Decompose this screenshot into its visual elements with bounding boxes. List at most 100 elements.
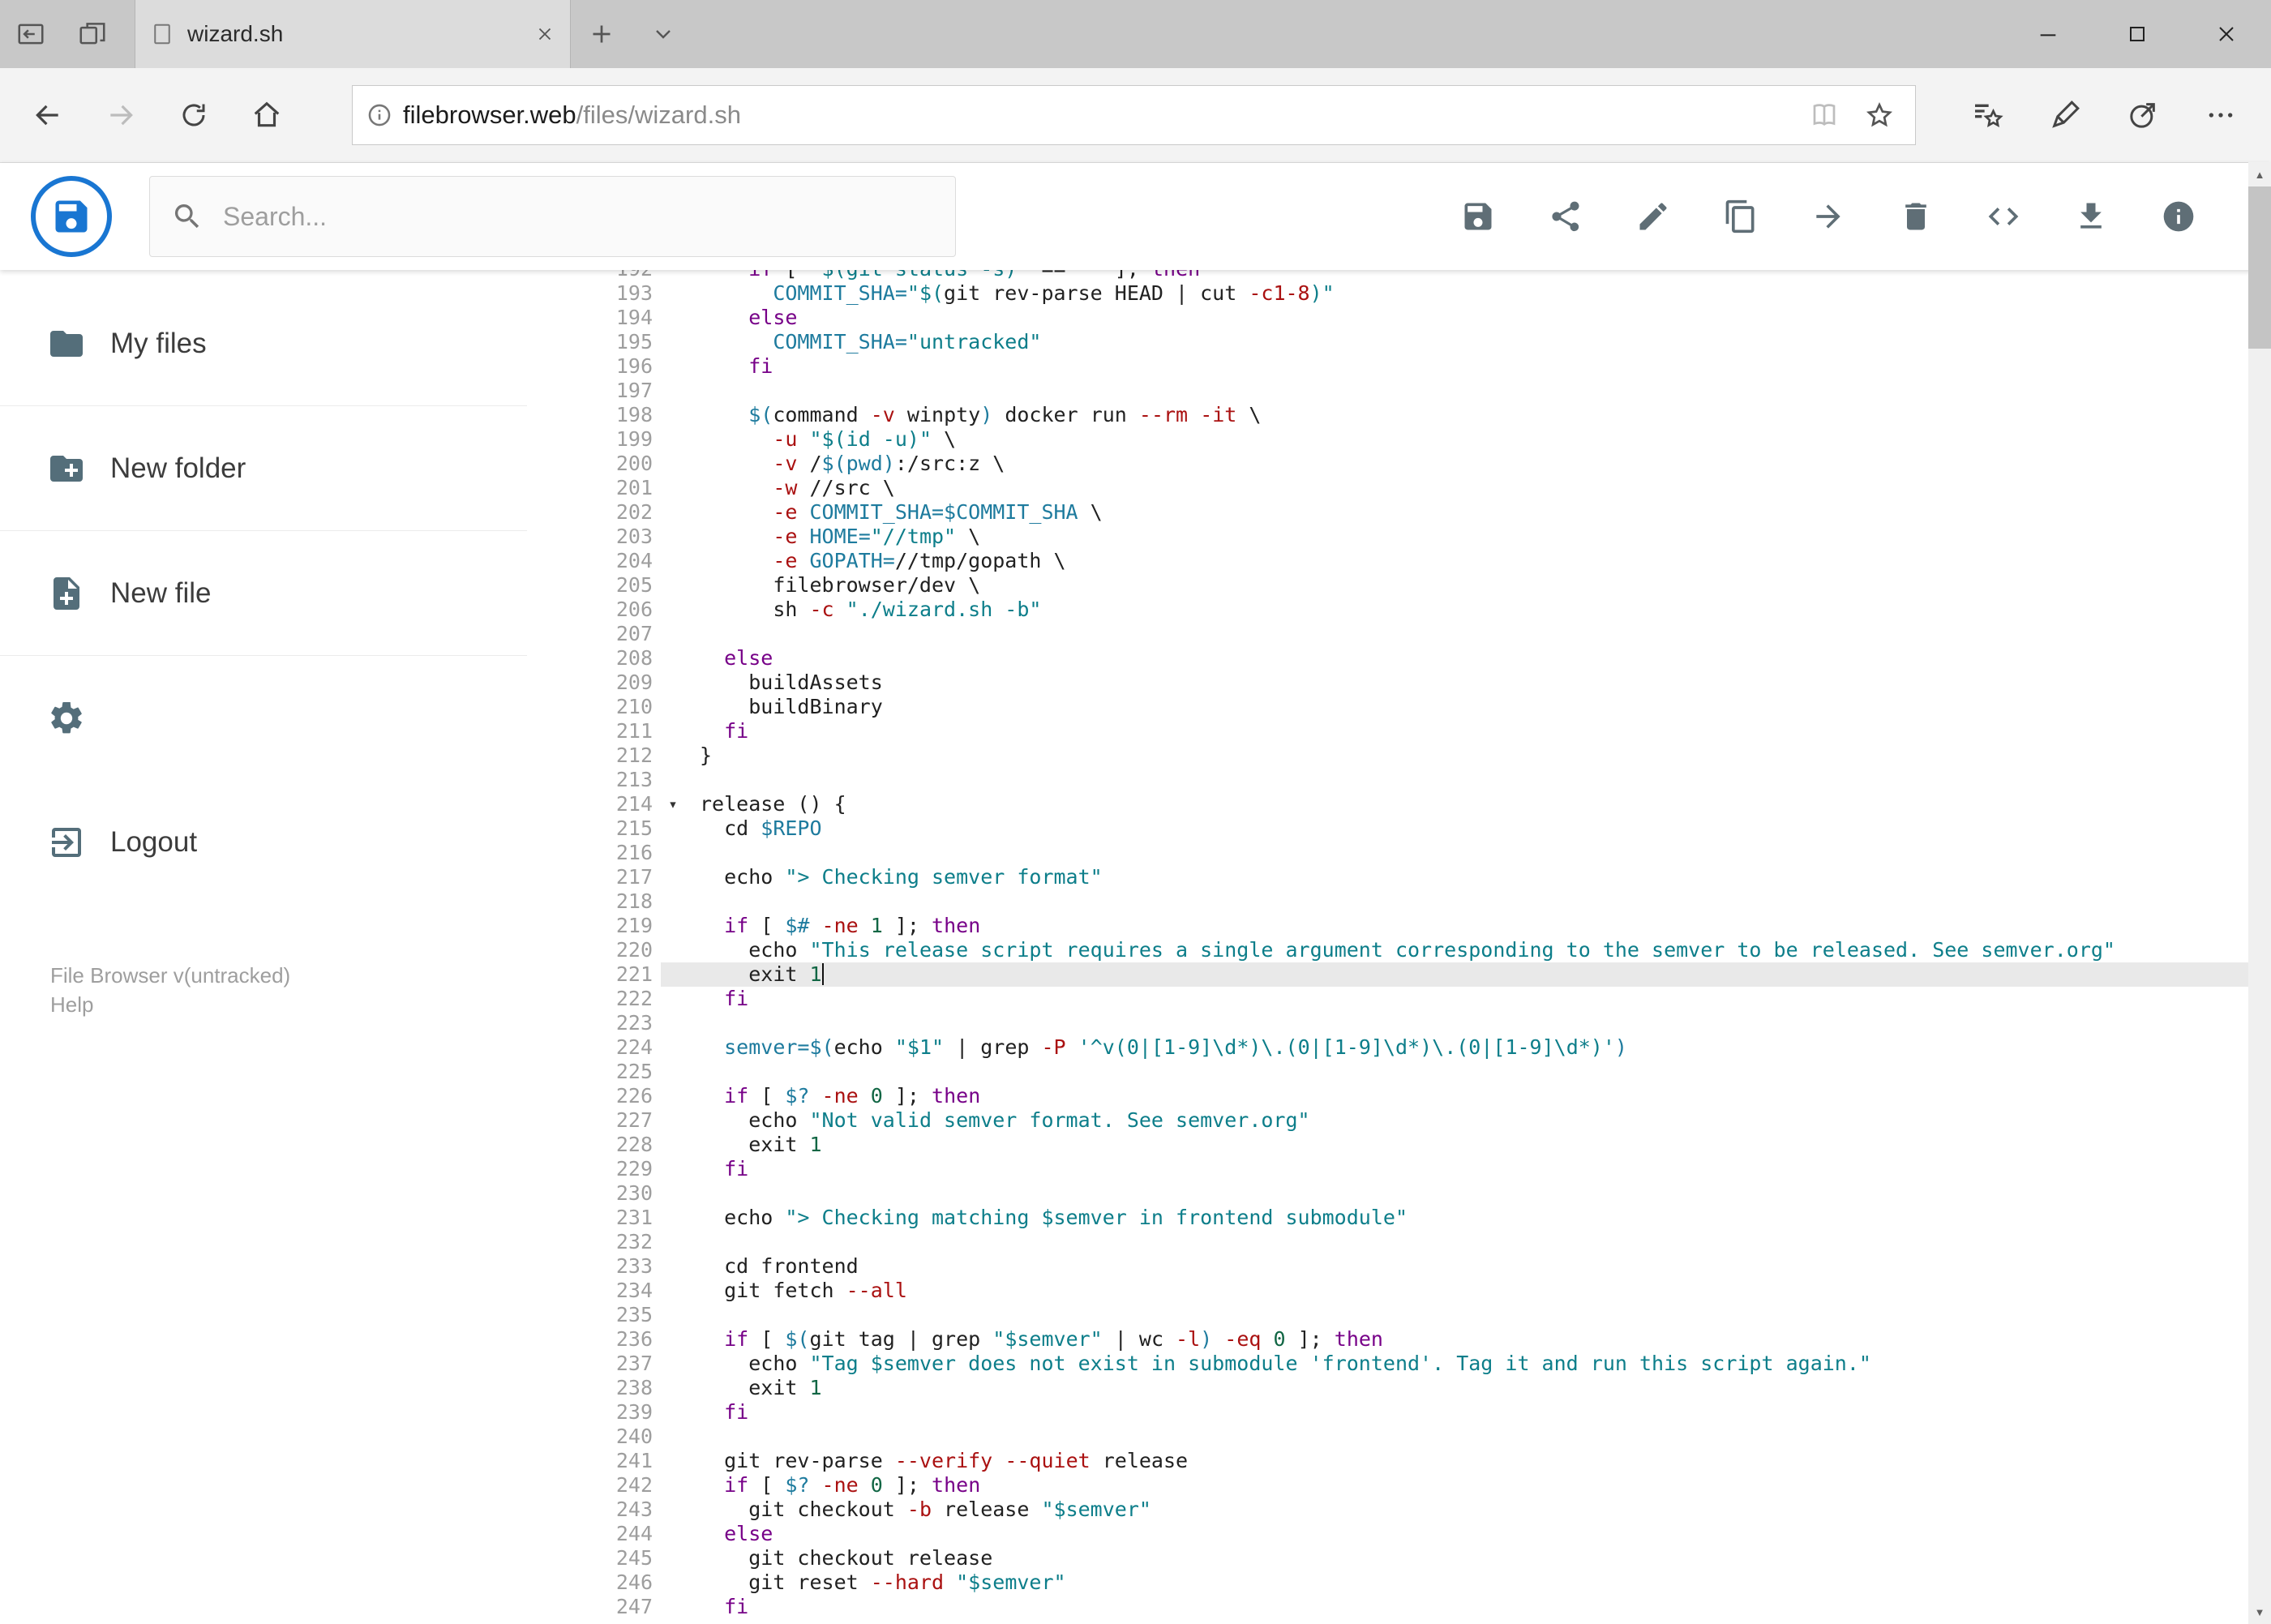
code-line[interactable]: 195 COMMIT_SHA="untracked" bbox=[559, 330, 2271, 354]
code-line[interactable]: 241 git rev-parse --verify --quiet relea… bbox=[559, 1449, 2271, 1473]
tab-close-button[interactable] bbox=[534, 24, 555, 45]
code-line[interactable]: 202 -e COMMIT_SHA=$COMMIT_SHA \ bbox=[559, 500, 2271, 525]
code-line[interactable]: 196 fi bbox=[559, 354, 2271, 379]
close-button[interactable] bbox=[2182, 0, 2271, 68]
code-line[interactable]: 200 -v /$(pwd):/src:z \ bbox=[559, 452, 2271, 476]
code-line[interactable]: 237 echo "Tag $semver does not exist in … bbox=[559, 1352, 2271, 1376]
code-line[interactable]: 247 fi bbox=[559, 1595, 2271, 1619]
copy-button[interactable] bbox=[1723, 199, 1759, 234]
code-line[interactable]: 193 COMMIT_SHA="$(git rev-parse HEAD | c… bbox=[559, 281, 2271, 306]
more-options-button[interactable] bbox=[2182, 81, 2260, 149]
favorite-button[interactable] bbox=[1857, 101, 1902, 130]
code-line[interactable]: 232 bbox=[559, 1230, 2271, 1254]
tabs-preview-button[interactable] bbox=[62, 0, 123, 68]
code-line[interactable]: 245 git checkout release bbox=[559, 1546, 2271, 1570]
code-line[interactable]: 233 cd frontend bbox=[559, 1254, 2271, 1279]
code-line[interactable]: 222 fi bbox=[559, 987, 2271, 1011]
save-button[interactable] bbox=[1460, 199, 1496, 234]
code-line[interactable]: 239 fi bbox=[559, 1400, 2271, 1425]
code-line[interactable]: 203 -e HOME="//tmp" \ bbox=[559, 525, 2271, 549]
tab-wizard-sh[interactable]: wizard.sh bbox=[135, 0, 571, 68]
sidebar-item-my-files[interactable]: My files bbox=[0, 281, 527, 406]
code-line[interactable]: 215 cd $REPO bbox=[559, 816, 2271, 841]
filebrowser-logo[interactable] bbox=[31, 176, 112, 257]
code-line[interactable]: 216 bbox=[559, 841, 2271, 865]
code-line[interactable]: 208 else bbox=[559, 646, 2271, 671]
code-line[interactable]: 214 ▾ release () { bbox=[559, 792, 2271, 816]
scroll-up-button[interactable]: ▲ bbox=[2248, 162, 2271, 186]
code-editor[interactable]: 192 if [ "$(git status -s)" == "" ]; the… bbox=[527, 270, 2271, 1624]
code-line[interactable]: 223 bbox=[559, 1011, 2271, 1035]
code-line[interactable]: 240 bbox=[559, 1425, 2271, 1449]
share-file-button[interactable] bbox=[1548, 199, 1583, 234]
minimize-button[interactable] bbox=[2003, 0, 2093, 68]
move-button[interactable] bbox=[1810, 199, 1846, 234]
code-line[interactable]: 242 if [ $? -ne 0 ]; then bbox=[559, 1473, 2271, 1498]
code-line[interactable]: 230 bbox=[559, 1181, 2271, 1206]
fold-arrow-icon[interactable]: ▾ bbox=[661, 792, 685, 816]
refresh-button[interactable] bbox=[157, 81, 230, 149]
code-line[interactable]: 205 filebrowser/dev \ bbox=[559, 573, 2271, 598]
code-line[interactable]: 213 bbox=[559, 768, 2271, 792]
code-line[interactable]: 218 bbox=[559, 889, 2271, 914]
code-line[interactable]: 194 else bbox=[559, 306, 2271, 330]
sidebar-item-logout[interactable]: Logout bbox=[0, 780, 527, 904]
download-button[interactable] bbox=[2073, 199, 2109, 234]
code-line[interactable]: 192 if [ "$(git status -s)" == "" ]; the… bbox=[559, 270, 2271, 281]
raw-view-button[interactable] bbox=[1986, 199, 2021, 234]
help-link[interactable]: Help bbox=[50, 990, 527, 1019]
forward-button[interactable] bbox=[84, 81, 157, 149]
code-line[interactable]: 235 bbox=[559, 1303, 2271, 1327]
address-bar[interactable]: filebrowser.web/files/wizard.sh bbox=[352, 85, 1916, 145]
code-line[interactable]: 198 $(command -v winpty) docker run --rm… bbox=[559, 403, 2271, 427]
maximize-button[interactable] bbox=[2093, 0, 2182, 68]
tab-list-chevron-button[interactable] bbox=[632, 0, 694, 68]
code-line[interactable]: 246 git reset --hard "$semver" bbox=[559, 1570, 2271, 1595]
reading-view-button[interactable] bbox=[1802, 101, 1847, 130]
code-line[interactable]: 224 semver=$(echo "$1" | grep -P '^v(0|[… bbox=[559, 1035, 2271, 1060]
code-line[interactable]: 244 else bbox=[559, 1522, 2271, 1546]
rename-button[interactable] bbox=[1635, 199, 1671, 234]
code-line[interactable]: 212} bbox=[559, 743, 2271, 768]
delete-button[interactable] bbox=[1898, 199, 1934, 234]
code-line[interactable]: 199 -u "$(id -u)" \ bbox=[559, 427, 2271, 452]
code-line[interactable]: 219 if [ $# -ne 1 ]; then bbox=[559, 914, 2271, 938]
share-button[interactable] bbox=[2104, 81, 2182, 149]
code-line[interactable]: 204 -e GOPATH=//tmp/gopath \ bbox=[559, 549, 2271, 573]
scroll-down-button[interactable]: ▼ bbox=[2248, 1600, 2271, 1624]
search-input[interactable] bbox=[221, 200, 934, 233]
line-number: 222 bbox=[615, 987, 653, 1010]
home-button[interactable] bbox=[230, 81, 303, 149]
code-line[interactable]: 209 buildAssets bbox=[559, 671, 2271, 695]
code-line[interactable]: 217 echo "> Checking semver format" bbox=[559, 865, 2271, 889]
sidebar-item-settings[interactable] bbox=[0, 656, 527, 780]
hub-button[interactable] bbox=[1948, 81, 2026, 149]
back-button[interactable] bbox=[11, 81, 84, 149]
code-line[interactable]: 229 fi bbox=[559, 1157, 2271, 1181]
search-box[interactable] bbox=[149, 176, 956, 257]
code-line[interactable]: 227 echo "Not valid semver format. See s… bbox=[559, 1108, 2271, 1133]
code-line[interactable]: 220 echo "This release script requires a… bbox=[559, 938, 2271, 962]
code-line[interactable]: 197 bbox=[559, 379, 2271, 403]
scrollbar-thumb[interactable] bbox=[2248, 186, 2271, 349]
code-line[interactable]: 211 fi bbox=[559, 719, 2271, 743]
info-button[interactable] bbox=[2161, 199, 2196, 234]
set-tabs-aside-button[interactable] bbox=[0, 0, 62, 68]
code-line[interactable]: 243 git checkout -b release "$semver" bbox=[559, 1498, 2271, 1522]
code-line[interactable]: 201 -w //src \ bbox=[559, 476, 2271, 500]
code-line[interactable]: 226 if [ $? -ne 0 ]; then bbox=[559, 1084, 2271, 1108]
code-line[interactable]: 231 echo "> Checking matching $semver in… bbox=[559, 1206, 2271, 1230]
new-tab-button[interactable] bbox=[571, 0, 632, 68]
sidebar-item-new-folder[interactable]: New folder bbox=[0, 406, 527, 531]
code-line[interactable]: 236 if [ $(git tag | grep "$semver" | wc… bbox=[559, 1327, 2271, 1352]
code-line[interactable]: 238 exit 1 bbox=[559, 1376, 2271, 1400]
code-line[interactable]: 210 buildBinary bbox=[559, 695, 2271, 719]
code-line[interactable]: 207 bbox=[559, 622, 2271, 646]
web-note-button[interactable] bbox=[2026, 81, 2104, 149]
code-line[interactable]: 206 sh -c "./wizard.sh -b" bbox=[559, 598, 2271, 622]
code-line[interactable]: 221 exit 1 bbox=[559, 962, 2271, 987]
code-line[interactable]: 228 exit 1 bbox=[559, 1133, 2271, 1157]
code-line[interactable]: 225 bbox=[559, 1060, 2271, 1084]
sidebar-item-new-file[interactable]: New file bbox=[0, 531, 527, 656]
code-line[interactable]: 234 git fetch --all bbox=[559, 1279, 2271, 1303]
